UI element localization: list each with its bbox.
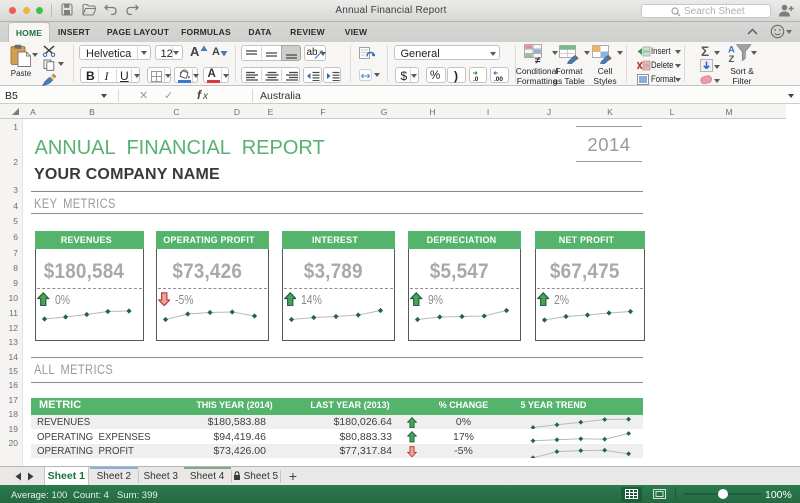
svg-text:≠: ≠: [535, 56, 541, 65]
svg-text:Z: Z: [729, 54, 735, 64]
svg-text:.0: .0: [473, 76, 479, 82]
svg-text:.00: .00: [494, 76, 503, 82]
